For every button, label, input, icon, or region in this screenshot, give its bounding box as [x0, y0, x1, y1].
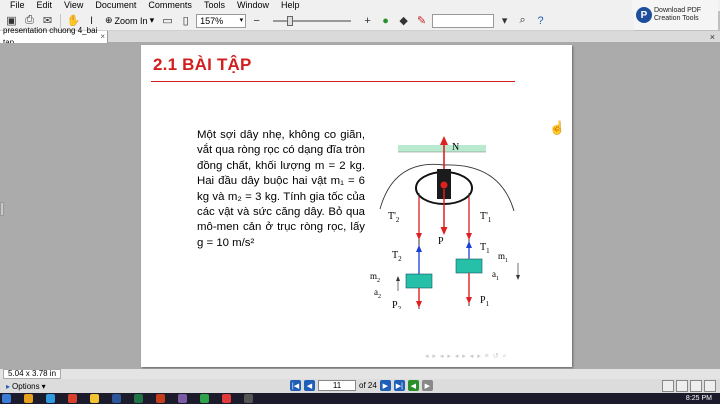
- taskbar: 8:25 PM: [0, 393, 720, 404]
- close-tab-icon[interactable]: ×: [100, 31, 107, 43]
- label-T1-prime: T'1: [480, 211, 492, 224]
- label-m1: m1: [498, 251, 508, 264]
- ceiling: [398, 145, 486, 152]
- add-icon[interactable]: ●: [378, 13, 393, 28]
- label-T2: T2: [392, 250, 402, 263]
- download-pdf-banner[interactable]: P Download PDF Creation Tools: [632, 0, 718, 30]
- label-P: P: [438, 236, 444, 247]
- page-title: 2.1 BÀI TẬP: [153, 55, 252, 74]
- magnifier-icon: ⊕: [105, 15, 113, 25]
- close-icon[interactable]: ×: [710, 31, 715, 43]
- taskbar-app-icon[interactable]: [156, 394, 165, 403]
- clock: 8:25 PM: [685, 395, 712, 402]
- page-count: of 24: [359, 381, 377, 390]
- label-T2-prime: T'2: [388, 211, 400, 224]
- menu-file[interactable]: File: [8, 0, 31, 11]
- label-T1: T1: [480, 242, 490, 255]
- taskbar-app-icon[interactable]: [90, 394, 99, 403]
- options-icon: ▸: [6, 381, 11, 391]
- block-m2: [405, 273, 433, 289]
- menu-window[interactable]: Window: [231, 0, 275, 11]
- taskbar-app-icon[interactable]: [46, 394, 55, 403]
- search-icon[interactable]: ⌕: [515, 13, 530, 28]
- pulley-diagram: N P T'2 T'1 T2 T1 P2 P1 m2 a2 m1 a1: [370, 136, 520, 309]
- taskbar-app-icon[interactable]: [200, 394, 209, 403]
- page-number-input[interactable]: 11: [318, 380, 356, 391]
- page-navigation: |◀ ◀ 11 of 24 ▶ ▶| ◀ ▶: [290, 380, 433, 391]
- next-page-icon[interactable]: ▶: [379, 380, 391, 391]
- zoom-in-label: Zoom In: [114, 15, 148, 26]
- hand-cursor-icon: ☝: [549, 120, 566, 135]
- menu-comments[interactable]: Comments: [142, 0, 198, 11]
- stamp-icon[interactable]: ◆: [396, 13, 411, 28]
- comment-icon[interactable]: ✎: [414, 13, 429, 28]
- taskbar-app-icon[interactable]: [68, 394, 77, 403]
- first-page-icon[interactable]: |◀: [290, 380, 301, 391]
- back-icon[interactable]: ◀: [407, 380, 419, 391]
- block-m1: [455, 258, 483, 274]
- find-next-icon[interactable]: ▾: [497, 13, 512, 28]
- chevron-down-icon: ▾: [239, 16, 244, 24]
- pdf-page: 2.1 BÀI TẬP Một sợi dây nhẹ, không co gi…: [141, 45, 572, 367]
- page-dimensions: 5.04 x 3.78 in: [3, 369, 62, 379]
- taskbar-app-icon[interactable]: [134, 394, 143, 403]
- fit-width-icon[interactable]: ▯: [178, 13, 193, 28]
- last-page-icon[interactable]: ▶|: [393, 380, 405, 391]
- taskbar-app-icon[interactable]: [222, 394, 231, 403]
- forward-icon[interactable]: ▶: [421, 380, 433, 391]
- tab-bar: presentation chuong 4_bai tap × ×: [0, 26, 720, 47]
- zoom-in-tool[interactable]: ⊕ Zoom In ▾: [102, 15, 157, 26]
- zoom-value: 157%: [200, 15, 224, 26]
- menu-help[interactable]: Help: [275, 0, 306, 11]
- menu-tools[interactable]: Tools: [198, 0, 231, 11]
- fit-page-icon[interactable]: ▭: [160, 13, 175, 28]
- navigation-bar: ▸ Options ▾ |◀ ◀ 11 of 24 ▶ ▶| ◀ ▶: [0, 379, 720, 393]
- continuous-facing-icon[interactable]: [704, 380, 716, 392]
- options-button[interactable]: ▸ Options ▾: [0, 382, 46, 391]
- banner-line-1: Download PDF: [654, 7, 702, 14]
- previous-page-icon[interactable]: ◀: [304, 380, 315, 391]
- label-P2: P2: [392, 300, 402, 309]
- title-rule: [151, 81, 515, 82]
- label-N: N: [452, 142, 459, 153]
- document-viewport[interactable]: 2.1 BÀI TẬP Một sợi dây nhẹ, không co gi…: [0, 43, 720, 369]
- label-m2: m2: [370, 271, 380, 284]
- help-icon[interactable]: ?: [533, 13, 548, 28]
- continuous-icon[interactable]: [676, 380, 688, 392]
- taskbar-app-icon[interactable]: [244, 394, 253, 403]
- banner-line-2: Creation Tools: [654, 15, 699, 22]
- status-bar: 5.04 x 3.78 in: [0, 369, 720, 379]
- taskbar-app-icon[interactable]: [24, 394, 33, 403]
- problem-text: Một sợi dây nhẹ, không co giãn, vắt qua …: [197, 129, 365, 249]
- label-a1: a1: [492, 269, 499, 282]
- taskbar-app-icon[interactable]: [178, 394, 187, 403]
- menu-view[interactable]: View: [58, 0, 89, 11]
- chevron-down-icon: ▾: [149, 15, 155, 25]
- options-label: Options: [12, 381, 40, 391]
- document-tab[interactable]: presentation chuong 4_bai tap ×: [0, 26, 108, 47]
- view-mode-buttons: [662, 380, 716, 392]
- beamer-nav-symbols[interactable]: ◂ ▸ ◂ ▸ ◂ ▸ ◂ ▸ ≡ ↺ ⌕: [425, 352, 507, 361]
- sidebar-toggle[interactable]: [0, 202, 4, 216]
- pdf-logo-icon: P: [636, 7, 652, 23]
- single-page-icon[interactable]: [662, 380, 674, 392]
- zoom-out-icon[interactable]: −: [249, 13, 264, 28]
- menu-edit[interactable]: Edit: [31, 0, 59, 11]
- label-a2: a2: [374, 287, 381, 300]
- start-icon[interactable]: [2, 394, 11, 403]
- menu-document[interactable]: Document: [89, 0, 142, 11]
- zoom-slider[interactable]: [267, 14, 357, 28]
- zoom-slider-thumb[interactable]: [287, 15, 294, 26]
- menu-bar: File Edit View Document Comments Tools W…: [0, 0, 720, 11]
- zoom-in-plus-icon[interactable]: +: [360, 13, 375, 28]
- chevron-down-icon: ▾: [41, 381, 46, 391]
- taskbar-app-icon[interactable]: [112, 394, 121, 403]
- zoom-select[interactable]: 157% ▾: [196, 13, 247, 28]
- facing-icon[interactable]: [690, 380, 702, 392]
- label-P1: P1: [480, 295, 490, 308]
- find-input[interactable]: [432, 13, 495, 28]
